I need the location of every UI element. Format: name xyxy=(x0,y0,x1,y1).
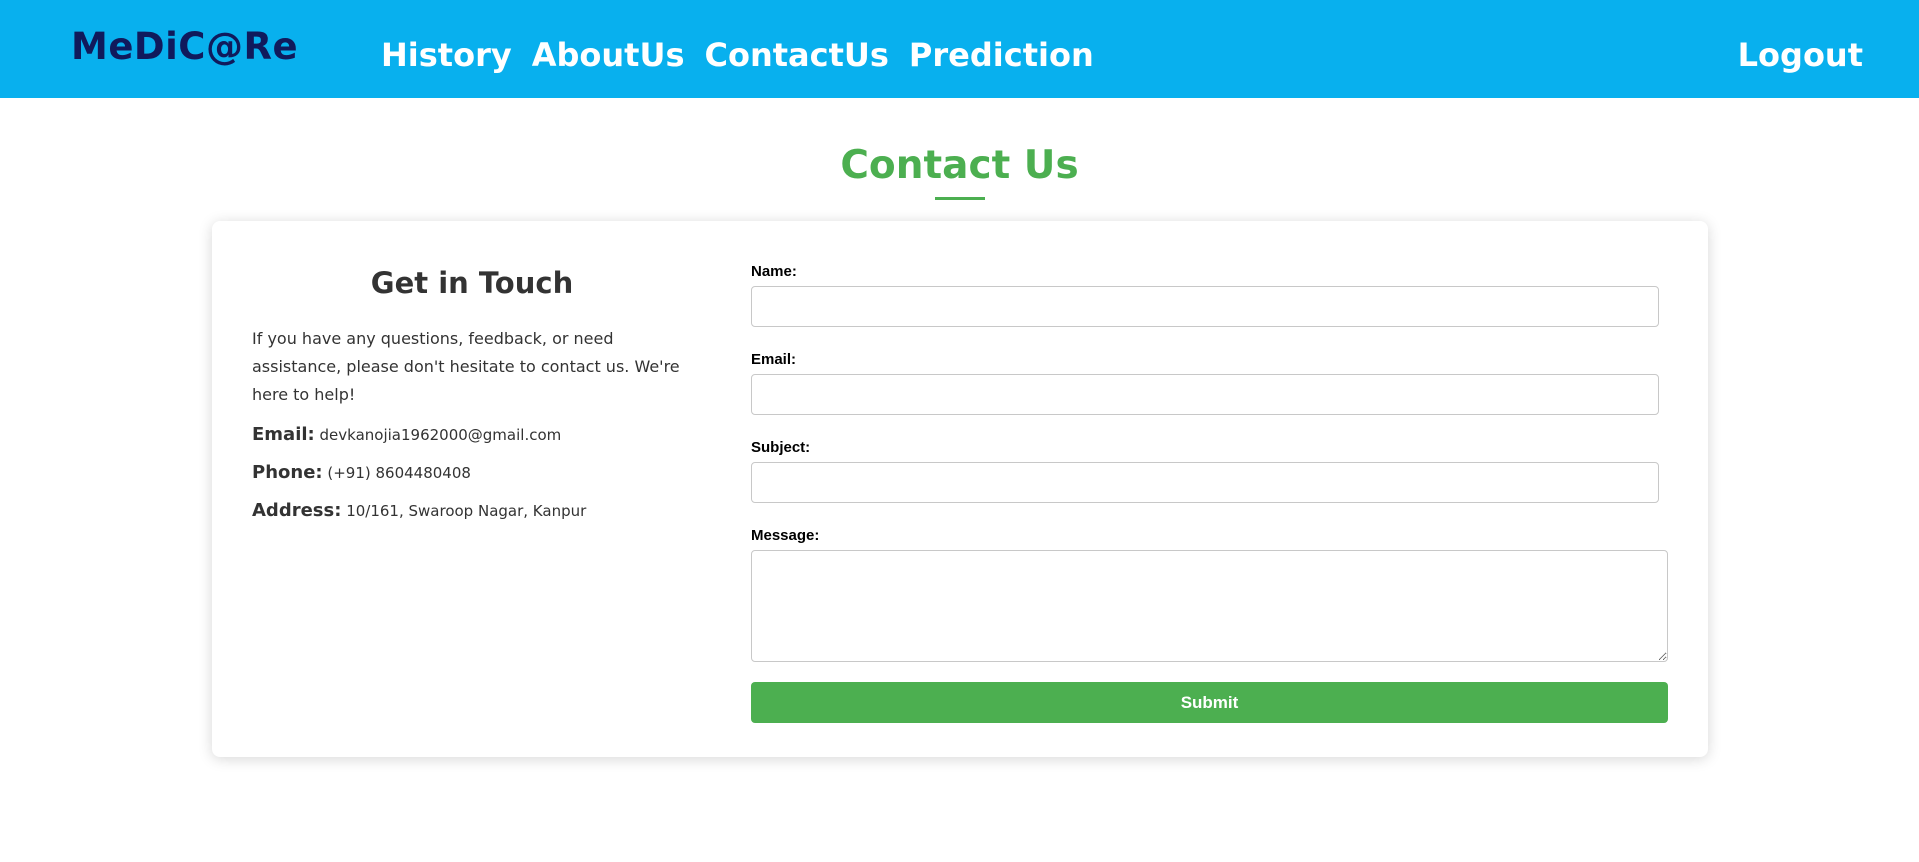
submit-button[interactable]: Submit xyxy=(751,682,1668,723)
nav-link-prediction[interactable]: Prediction xyxy=(909,36,1094,74)
name-field-group: Name: xyxy=(751,263,1671,327)
contact-address-line: Address: 10/161, Swaroop Nagar, Kanpur xyxy=(252,499,692,523)
contact-info-description: If you have any questions, feedback, or … xyxy=(252,329,680,404)
contact-email-label: Email: xyxy=(252,424,315,445)
name-label: Name: xyxy=(751,263,797,280)
subject-label: Subject: xyxy=(751,439,811,456)
logout-link[interactable]: Logout xyxy=(1738,30,1863,80)
contact-card: Get in Touch If you have any questions, … xyxy=(212,221,1708,757)
name-input[interactable] xyxy=(751,286,1659,327)
email-field-group: Email: xyxy=(751,351,1671,415)
contact-info-panel: Get in Touch If you have any questions, … xyxy=(252,263,692,523)
nav-link-about-us[interactable]: AboutUs xyxy=(532,36,685,74)
title-underline xyxy=(935,197,985,200)
email-label: Email: xyxy=(751,351,797,368)
contact-form: Name: Email: Subject: Message: Submit xyxy=(751,263,1671,723)
nav-link-contact-us[interactable]: ContactUs xyxy=(704,36,888,74)
email-input[interactable] xyxy=(751,374,1659,415)
contact-address-label: Address: xyxy=(252,500,342,521)
contact-email-value: devkanojia1962000@gmail.com xyxy=(319,426,562,444)
message-textarea[interactable] xyxy=(751,550,1668,662)
contact-info-heading: Get in Touch xyxy=(370,266,574,300)
nav-link-history[interactable]: History xyxy=(381,36,512,74)
contact-phone-line: Phone: (+91) 8604480408 xyxy=(252,461,692,485)
top-navbar: MeDiC@Re History AboutUs ContactUs Predi… xyxy=(0,0,1919,98)
page-title: Contact Us xyxy=(840,143,1079,188)
subject-input[interactable] xyxy=(751,462,1659,503)
subject-field-group: Subject: xyxy=(751,439,1671,503)
message-field-group: Message: xyxy=(751,527,1671,662)
contact-phone-label: Phone: xyxy=(252,462,323,483)
message-label: Message: xyxy=(751,527,820,544)
contact-address-value: 10/161, Swaroop Nagar, Kanpur xyxy=(346,502,587,520)
contact-phone-value: (+91) 8604480408 xyxy=(327,464,471,482)
nav-links: History AboutUs ContactUs Prediction xyxy=(381,30,1094,80)
contact-email-line: Email: devkanojia1962000@gmail.com xyxy=(252,423,692,447)
brand-logo[interactable]: MeDiC@Re xyxy=(71,22,298,72)
